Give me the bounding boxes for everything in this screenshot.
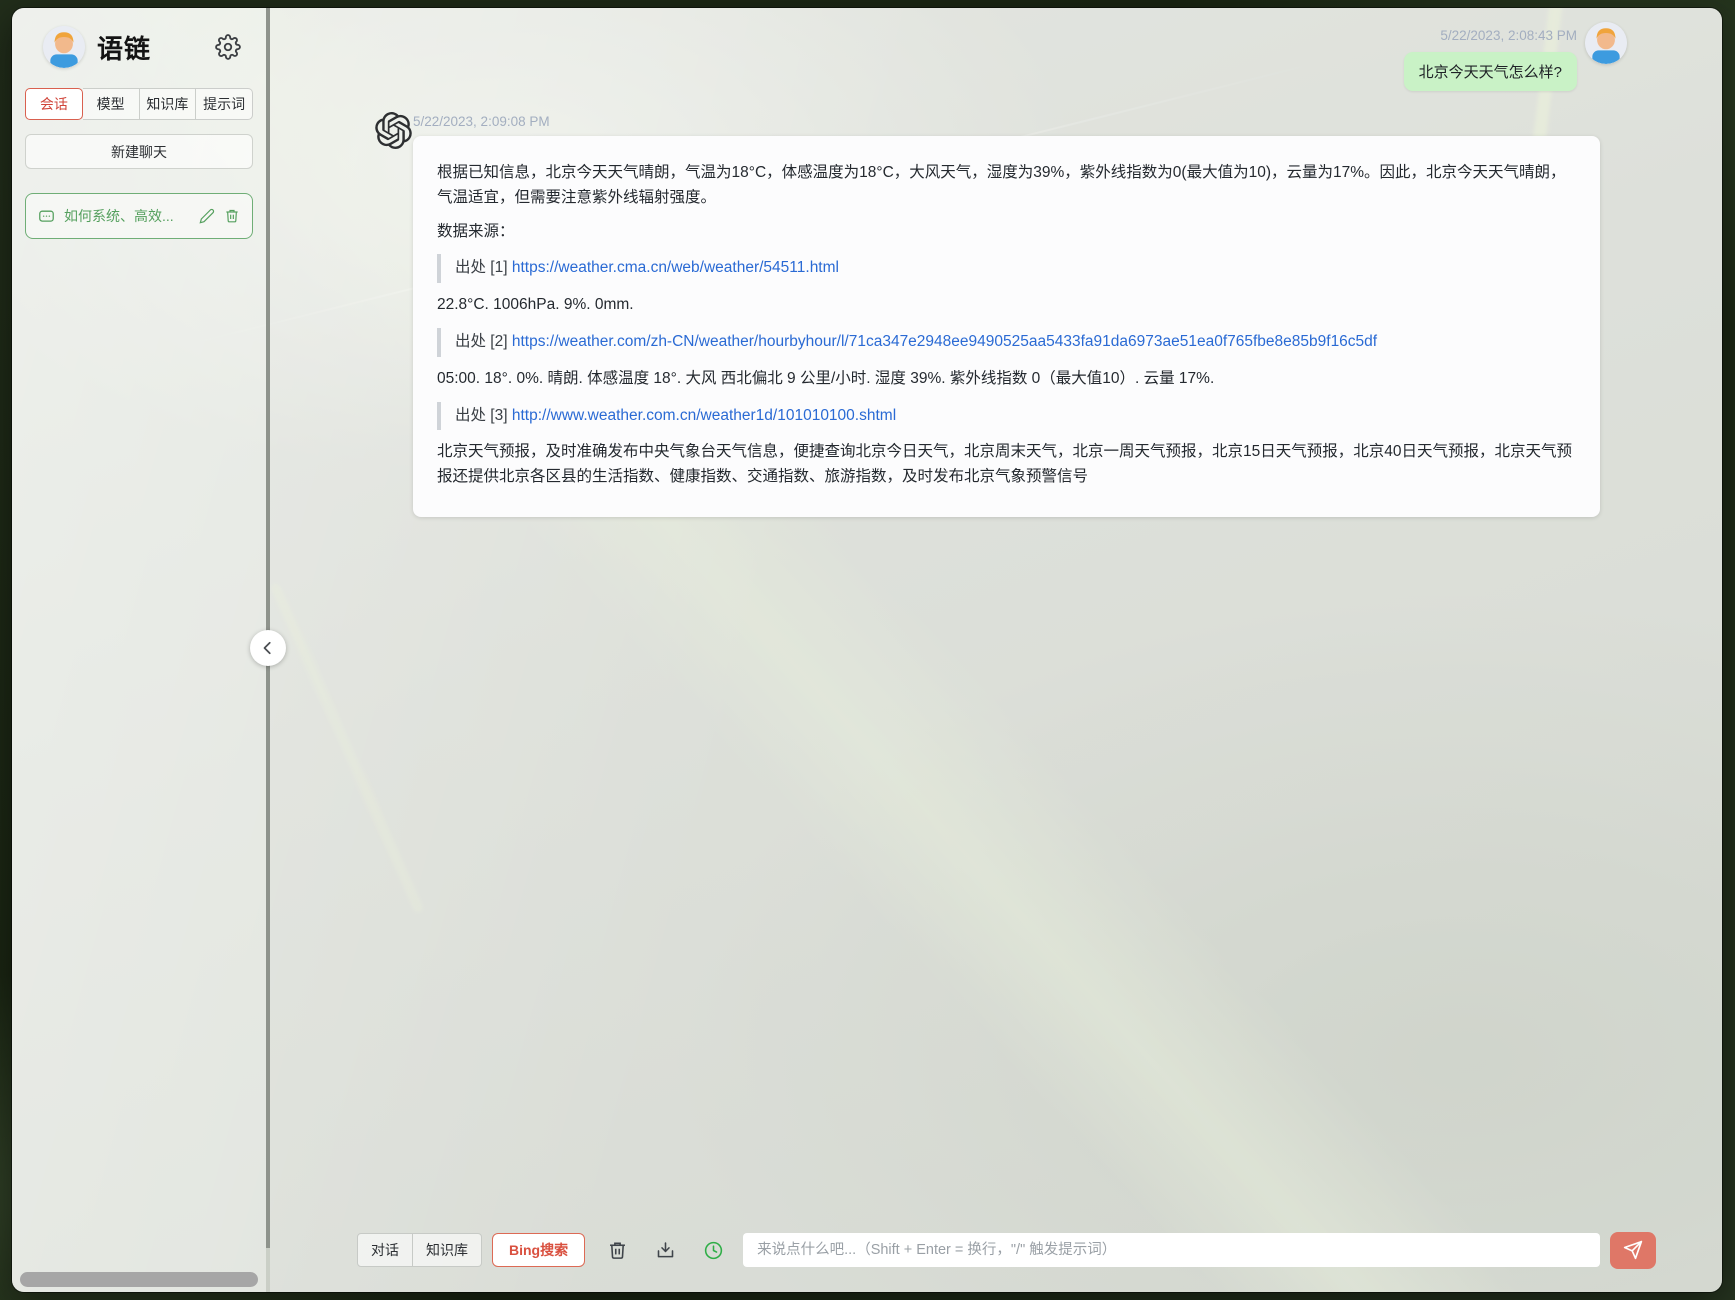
person-avatar-icon [43, 26, 85, 68]
send-icon [1623, 1240, 1643, 1260]
assistant-intro-paragraph: 根据已知信息，北京今天天气晴朗，气温为18°C，体感温度为18°C，大风天气，湿… [437, 164, 1566, 206]
new-chat-label: 新建聊天 [111, 143, 167, 160]
profile-avatar[interactable] [43, 26, 85, 68]
send-button[interactable] [1610, 1231, 1657, 1269]
citation-label: 出处 [2] [455, 332, 508, 350]
citation-1-snippet: 22.8°C. 1006hPa. 9%. 0mm. [437, 296, 634, 314]
mode-bing-search-button[interactable]: Bing搜索 [492, 1233, 586, 1267]
user-message-bubble: 北京今天天气怎么样? [1403, 52, 1577, 91]
conversation-list-item[interactable]: 如何系统、高效... [25, 193, 253, 239]
clear-messages-button[interactable] [607, 1240, 628, 1261]
mode-knowledge-base-button[interactable]: 知识库 [413, 1233, 482, 1267]
new-chat-button[interactable]: 新建聊天 [25, 134, 253, 169]
gear-icon [215, 34, 241, 60]
sidebar-tab-bar: 会话 模型 知识库 提示词 [25, 88, 253, 120]
message-input[interactable] [743, 1233, 1601, 1267]
citation-2-snippet: 05:00. 18°. 0%. 晴朗. 体感温度 18°. 大风 西北偏北 9 … [437, 369, 1215, 387]
app-window: 语链 会话 模型 知识库 提示词 新建聊天 如何系统、高效... 5/22/20… [12, 8, 1722, 1292]
citation-label: 出处 [3] [455, 406, 508, 424]
tab-knowledge-base[interactable]: 知识库 [139, 88, 197, 120]
assistant-message-timestamp: 5/22/2023, 2:09:08 PM [413, 114, 550, 129]
download-icon [657, 1241, 674, 1257]
mode-label: Bing搜索 [509, 1242, 569, 1258]
sidebar-horizontal-scrollbar[interactable] [20, 1272, 258, 1287]
collapse-sidebar-button[interactable] [250, 630, 286, 666]
tab-label: 提示词 [203, 96, 246, 112]
assistant-avatar [375, 112, 412, 150]
citation-link[interactable]: http://www.weather.com.cn/weather1d/1010… [512, 407, 896, 424]
sidebar-header: 语链 [25, 24, 253, 68]
tab-prompts[interactable]: 提示词 [196, 88, 253, 120]
history-button[interactable] [703, 1240, 724, 1261]
composer-mode-group: 对话 知识库 [357, 1233, 482, 1267]
tab-models[interactable]: 模型 [82, 88, 140, 120]
tab-conversations[interactable]: 会话 [25, 88, 83, 120]
mode-chat-button[interactable]: 对话 [357, 1233, 413, 1267]
user-avatar [1585, 22, 1627, 64]
trash-icon [610, 1242, 626, 1259]
citation-3-snippet: 北京天气预报，及时准确发布中央气象台天气信息，便捷查询北京今日天气，北京周末天气… [437, 443, 1572, 486]
user-message-timestamp: 5/22/2023, 2:08:43 PM [1440, 28, 1577, 43]
mode-label: 对话 [371, 1242, 399, 1258]
sources-label: 数据来源： [437, 222, 515, 240]
edit-icon[interactable] [199, 208, 215, 224]
mode-label: 知识库 [426, 1242, 468, 1258]
citation-3: 出处 [3] http://www.weather.com.cn/weather… [437, 401, 1576, 431]
settings-button[interactable] [215, 34, 241, 60]
screen: 语链 会话 模型 知识库 提示词 新建聊天 如何系统、高效... 5/22/20… [0, 0, 1735, 1300]
assistant-message-card: 根据已知信息，北京今天天气晴朗，气温为18°C，体感温度为18°C，大风天气，湿… [413, 136, 1600, 517]
citation-link[interactable]: https://weather.cma.cn/web/weather/54511… [512, 259, 839, 276]
citation-label: 出处 [1] [455, 259, 508, 277]
person-avatar-icon [1585, 22, 1627, 64]
chat-bubble-icon [39, 210, 54, 222]
citation-link[interactable]: https://weather.com/zh-CN/weather/hourby… [512, 333, 1377, 350]
tab-label: 模型 [96, 96, 125, 112]
citation-2: 出处 [2] https://weather.com/zh-CN/weather… [437, 327, 1576, 357]
chat-area: 5/22/2023, 2:08:43 PM 北京今天天气怎么样? 5/22/20… [270, 8, 1722, 1292]
sidebar: 语链 会话 模型 知识库 提示词 新建聊天 如何系统、高效... [12, 8, 266, 1292]
tab-label: 知识库 [146, 96, 189, 112]
history-icon [704, 1241, 723, 1259]
citation-1: 出处 [1] https://weather.cma.cn/web/weathe… [437, 254, 1576, 284]
app-title: 语链 [97, 33, 152, 64]
export-chat-button[interactable] [655, 1240, 676, 1261]
openai-logo-icon [375, 112, 412, 150]
delete-conversation-icon[interactable] [224, 208, 240, 224]
tab-label: 会话 [39, 96, 68, 112]
chevron-left-icon [263, 641, 271, 655]
composer-bar: 对话 知识库 Bing搜索 [270, 1230, 1722, 1270]
conversation-title: 如何系统、高效... [64, 208, 174, 224]
